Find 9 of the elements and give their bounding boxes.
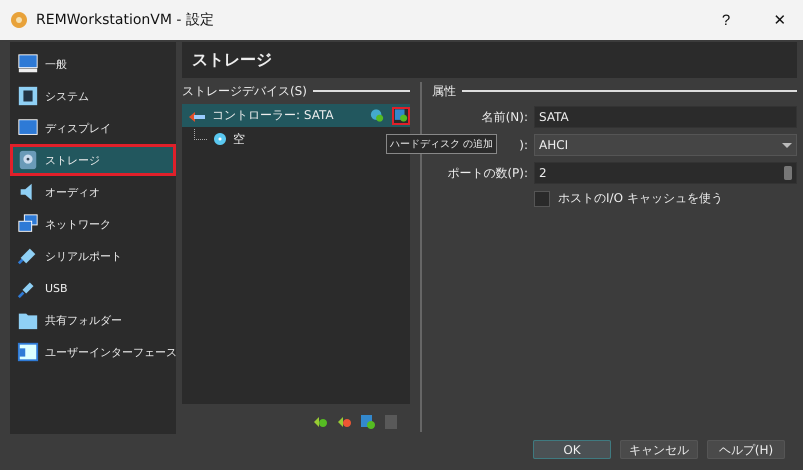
page-title: ストレージ (182, 42, 797, 78)
section-heading: 属性 (432, 82, 456, 100)
section-heading: ストレージデバイス(S) (182, 82, 307, 100)
checkbox-label: ホストのI/O キャッシュを使う (558, 190, 723, 207)
field-label: ): (519, 138, 528, 152)
field-label: 名前(N): (482, 108, 528, 126)
window-title: REMWorkstationVM - 設定 (36, 11, 215, 29)
field-label: ポートの数(P): (447, 164, 528, 182)
tooltip: ハードディスク の追加 (386, 134, 498, 154)
